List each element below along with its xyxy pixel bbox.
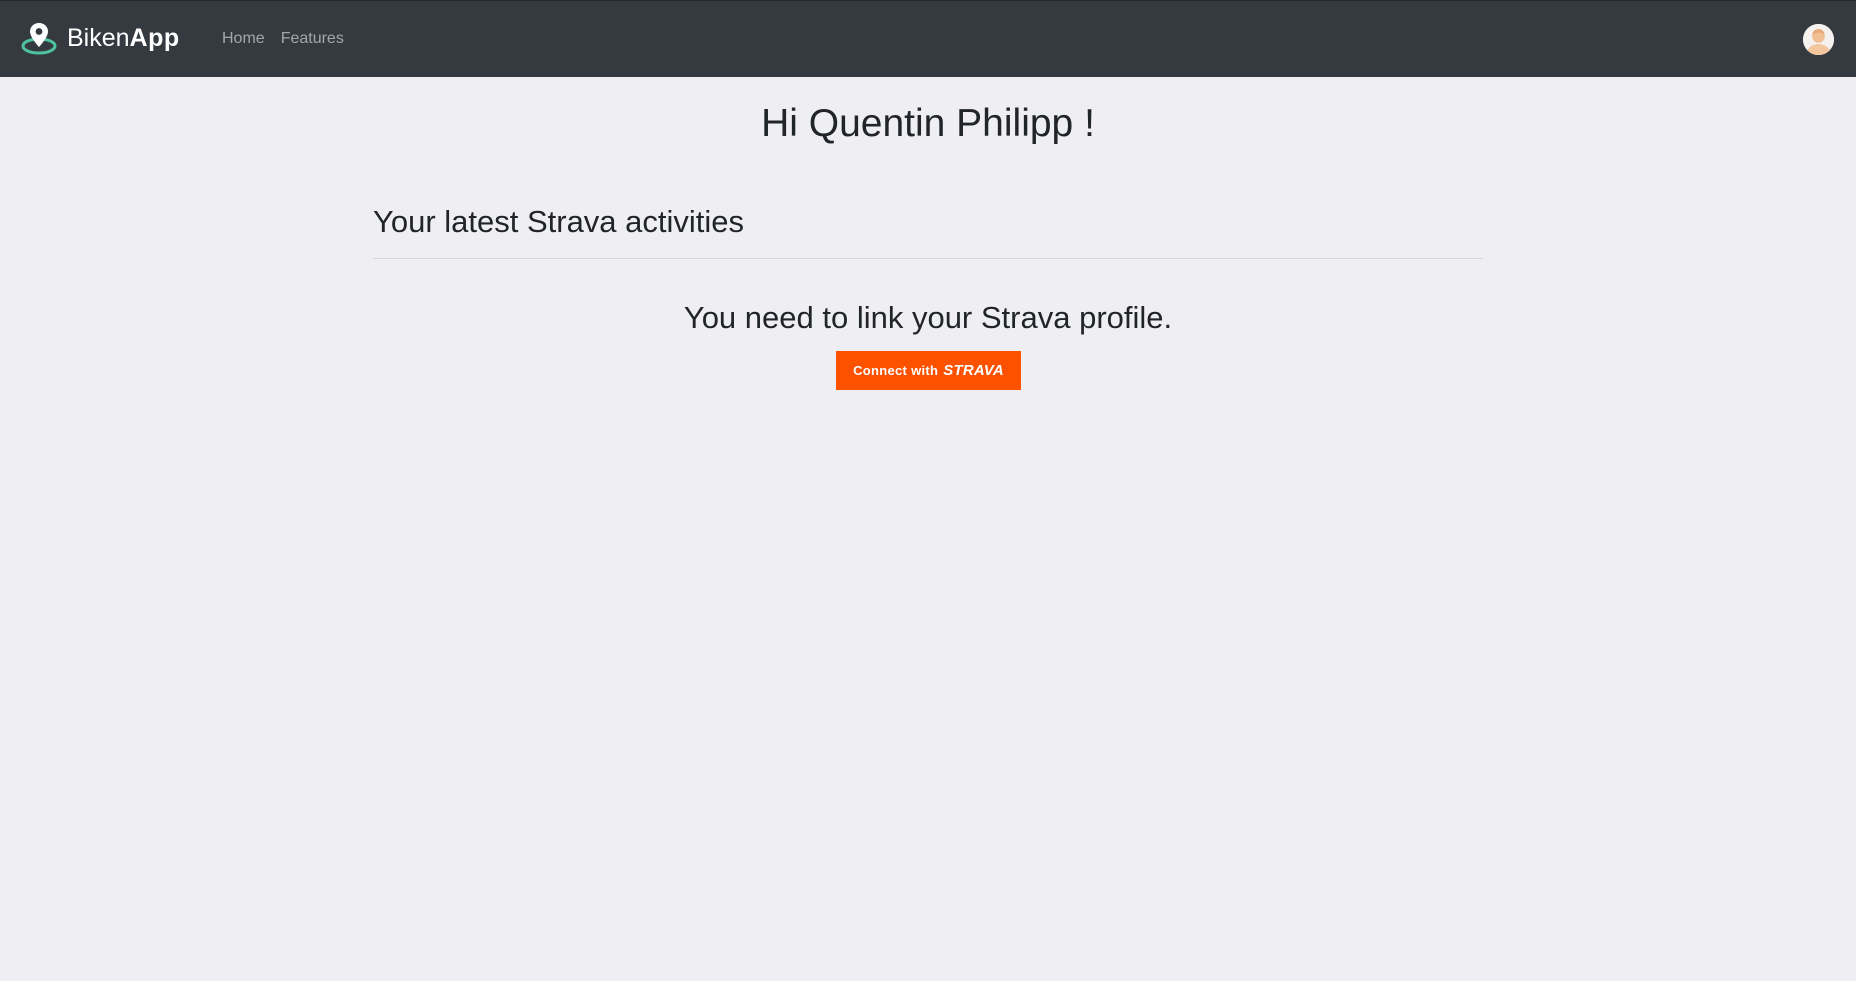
section-title: Your latest Strava activities (373, 204, 745, 239)
brand-name-regular: Biken (67, 24, 130, 52)
nav-links: Home Features (222, 28, 360, 50)
page-greeting: Hi Quentin Philipp ! (761, 102, 1095, 145)
top-navbar: BikenApp Home Features (0, 0, 1856, 77)
connect-button-label: Connect with (853, 363, 939, 378)
map-pin-icon (21, 23, 57, 55)
connect-with-strava-button[interactable]: Connect with STRAVA (836, 351, 1021, 390)
section-divider (373, 258, 1483, 259)
activities-section: Your latest Strava activities (373, 200, 1483, 259)
brand-name: BikenApp (67, 19, 180, 57)
user-avatar[interactable] (1803, 24, 1834, 55)
nav-link-home[interactable]: Home (222, 28, 265, 50)
strava-wordmark: STRAVA (943, 362, 1004, 379)
user-avatar-icon (1803, 24, 1834, 55)
brand-name-bold: App (129, 24, 180, 52)
link-strava-notice: You need to link your Strava profile. (683, 300, 1173, 335)
nav-link-features[interactable]: Features (281, 28, 344, 50)
brand-link[interactable]: BikenApp (20, 19, 180, 57)
